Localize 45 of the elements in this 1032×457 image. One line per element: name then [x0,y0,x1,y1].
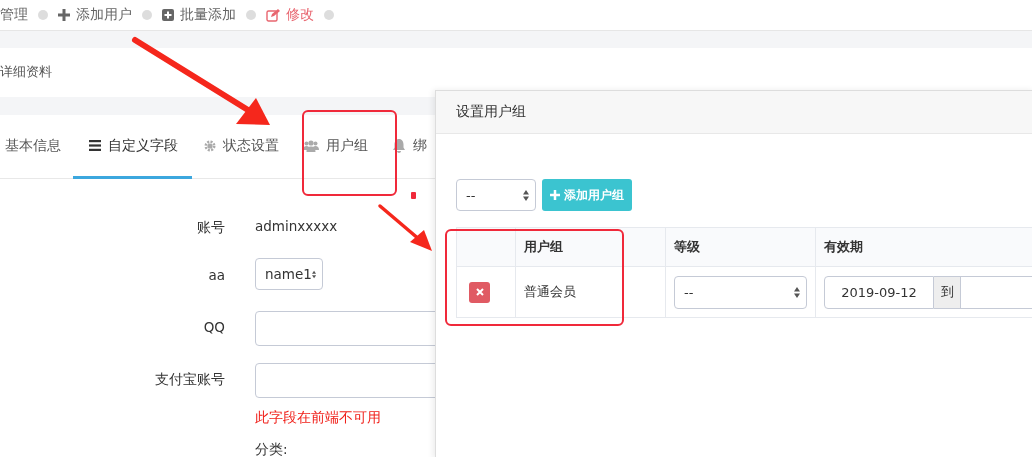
separator-dot [246,10,256,20]
settings-icon [204,139,216,152]
tab[interactable]: 绑 [380,115,439,179]
column-header: 等级 [674,239,700,254]
menu-icon [89,140,101,151]
column-header: 有效期 [824,239,863,254]
field-label: aa [208,267,225,283]
close-icon [475,288,484,296]
separator-dot [324,10,334,20]
annotation-mark [411,192,416,199]
separator-dot [142,10,152,20]
plus-square-icon [162,9,174,21]
plus-icon [58,9,70,21]
tab[interactable]: 用户组 [291,115,380,179]
breadcrumb-link[interactable]: 添加用户 [58,6,132,24]
modal-title: 设置用户组 [456,103,526,121]
updown-arrow-icon [311,268,316,280]
tab[interactable]: 状态设置 [192,115,291,179]
select-field[interactable]: -- [456,179,536,211]
field-label: 支付宝账号 [155,371,225,387]
field-value: adminxxxxx [255,218,338,234]
select-field[interactable]: name1 [255,258,323,290]
column-header: 用户组 [524,239,563,254]
users-icon [303,139,319,152]
delete-button[interactable] [469,281,490,303]
category-label: 分类: [255,441,288,457]
annotation-arrow [378,204,432,251]
section-title: 详细资料 [0,64,52,81]
date-input[interactable]: 2019-09-12 [824,275,934,309]
field-label: QQ [203,319,225,335]
updown-arrow-icon [794,286,800,298]
tab[interactable]: 自定义字段 [73,115,192,179]
updown-arrow-icon [523,189,529,201]
edit-icon [266,8,280,22]
range-separator: 到 [934,275,961,309]
separator-dot [38,10,48,20]
breadcrumb-link[interactable]: 批量添加 [162,6,236,24]
bell-icon [392,138,406,153]
table-cell: 普通会员 [524,284,576,299]
select-field[interactable]: -- [674,275,807,309]
tab[interactable]: 基本信息 [0,115,73,179]
breadcrumb-link[interactable]: 管理 [0,6,28,24]
error-message: 此字段在前端不可用 [255,409,382,427]
plus-icon [550,190,560,200]
field-label: 账号 [197,219,225,235]
